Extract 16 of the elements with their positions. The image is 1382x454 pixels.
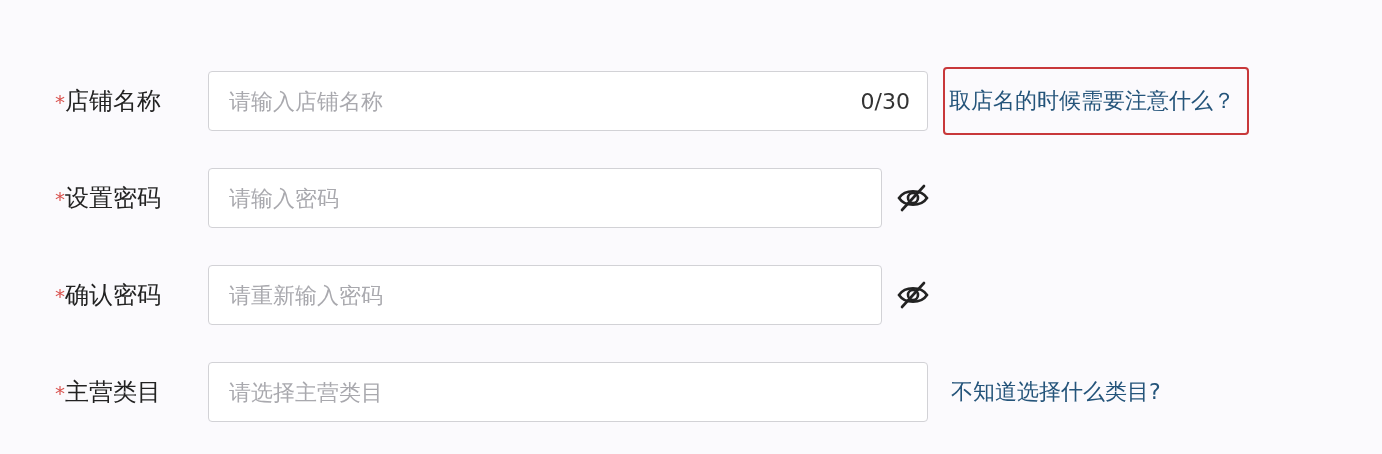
field-label: 设置密码: [65, 183, 161, 214]
required-mark: *: [55, 284, 65, 308]
select-field[interactable]: 请选择主营类目: [208, 362, 928, 422]
help-link[interactable]: 取店名的时候需要注意什么？: [943, 67, 1249, 135]
required-mark: *: [55, 381, 65, 405]
field-label: 主营类目: [65, 377, 161, 408]
character-counter: 0/30: [860, 88, 910, 114]
eye-slash-icon[interactable]: [897, 184, 929, 212]
field-label: 确认密码: [65, 280, 161, 311]
field-label: 店铺名称: [65, 86, 161, 117]
help-link[interactable]: 不知道选择什么类目?: [945, 358, 1175, 426]
eye-slash-icon[interactable]: [897, 281, 929, 309]
required-mark: *: [55, 187, 65, 211]
required-mark: *: [55, 90, 65, 114]
input-field[interactable]: 请输入密码: [208, 168, 882, 228]
input-field[interactable]: 请重新输入密码: [208, 265, 882, 325]
